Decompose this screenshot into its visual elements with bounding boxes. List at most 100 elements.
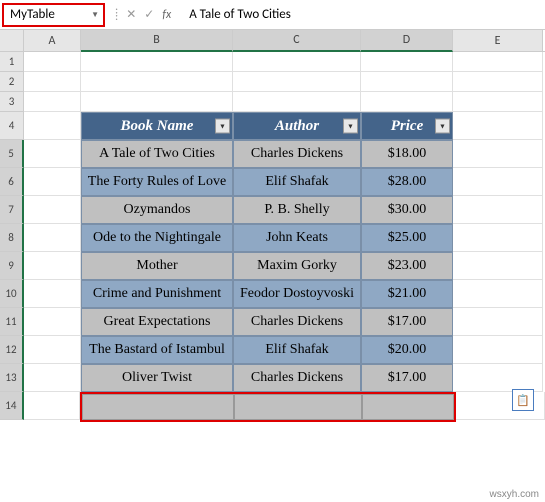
row-header[interactable]: 7 <box>0 196 24 224</box>
table-cell-price[interactable]: $20.00 <box>361 336 453 364</box>
fx-icon[interactable]: fx <box>162 8 171 22</box>
cell[interactable] <box>24 52 81 72</box>
table-cell-book[interactable]: Ode to the Nightingale <box>81 224 233 252</box>
table-cell-author[interactable]: Charles Dickens <box>233 308 361 336</box>
table-cell-author[interactable]: Maxim Gorky <box>233 252 361 280</box>
row-header[interactable]: 12 <box>0 336 24 364</box>
table-cell-book[interactable]: Great Expectations <box>81 308 233 336</box>
row-header[interactable]: 13 <box>0 364 24 392</box>
row-header[interactable]: 9 <box>0 252 24 280</box>
select-all-corner[interactable] <box>0 30 24 51</box>
table-cell-author[interactable]: John Keats <box>233 224 361 252</box>
cell[interactable] <box>233 52 361 72</box>
name-box[interactable]: MyTable ▼ <box>2 3 105 27</box>
table-cell-book[interactable]: A Tale of Two Cities <box>81 140 233 168</box>
row-header[interactable]: 10 <box>0 280 24 308</box>
cell[interactable] <box>24 196 81 224</box>
row-header[interactable]: 2 <box>0 72 24 92</box>
row-header[interactable]: 1 <box>0 52 24 72</box>
cell[interactable] <box>453 224 543 252</box>
cell[interactable] <box>81 92 233 112</box>
table-cell-price[interactable]: $18.00 <box>361 140 453 168</box>
table-header-author[interactable]: Author ▼ <box>233 112 361 140</box>
col-header-B[interactable]: B <box>81 30 233 52</box>
cell[interactable] <box>453 112 543 140</box>
row-header[interactable]: 5 <box>0 140 24 168</box>
table-cell-author[interactable]: P. B. Shelly <box>233 196 361 224</box>
row-header[interactable]: 3 <box>0 92 24 112</box>
cell[interactable] <box>453 52 543 72</box>
cell[interactable] <box>24 252 81 280</box>
table-cell-price[interactable]: $17.00 <box>361 308 453 336</box>
table-cell-book[interactable]: Oliver Twist <box>81 364 233 392</box>
table-cell-price[interactable]: $17.00 <box>361 364 453 392</box>
row-header[interactable]: 11 <box>0 308 24 336</box>
row-header[interactable]: 6 <box>0 168 24 196</box>
table-cell-author[interactable]: Elif Shafak <box>233 336 361 364</box>
table-cell-price[interactable]: $25.00 <box>361 224 453 252</box>
cell[interactable] <box>361 92 453 112</box>
cell[interactable] <box>24 364 81 392</box>
table-cell-price[interactable]: $30.00 <box>361 196 453 224</box>
cell[interactable] <box>453 72 543 92</box>
chevron-down-icon[interactable]: ▼ <box>91 10 99 20</box>
cell[interactable] <box>453 252 543 280</box>
row-header[interactable]: 4 <box>0 112 24 140</box>
cell[interactable] <box>453 336 543 364</box>
cell[interactable] <box>24 308 81 336</box>
cell[interactable] <box>24 92 81 112</box>
cell[interactable] <box>453 168 543 196</box>
cell[interactable] <box>81 72 233 92</box>
table-cell-price[interactable]: $21.00 <box>361 280 453 308</box>
cell[interactable] <box>24 112 81 140</box>
smart-tag-icon[interactable]: 📋 <box>512 389 534 411</box>
cell[interactable] <box>24 392 80 420</box>
cell[interactable] <box>233 72 361 92</box>
col-header-D[interactable]: D <box>361 30 453 52</box>
col-header-C[interactable]: C <box>233 30 361 52</box>
cell[interactable] <box>453 364 543 392</box>
cancel-icon[interactable]: ✕ <box>126 7 136 22</box>
table-cell-price[interactable]: $23.00 <box>361 252 453 280</box>
cell[interactable] <box>453 196 543 224</box>
table-cell-author[interactable]: Feodor Dostoyvoski <box>233 280 361 308</box>
cell[interactable] <box>453 308 543 336</box>
row-header[interactable]: 8 <box>0 224 24 252</box>
filter-button[interactable]: ▼ <box>343 119 358 134</box>
table-cell-author[interactable]: Charles Dickens <box>233 364 361 392</box>
table-cell-book[interactable]: Crime and Punishment <box>81 280 233 308</box>
cell[interactable] <box>82 394 234 420</box>
cell[interactable] <box>234 394 362 420</box>
table-header-book[interactable]: Book Name ▼ <box>81 112 233 140</box>
cell[interactable] <box>24 72 81 92</box>
table-cell-author[interactable]: Charles Dickens <box>233 140 361 168</box>
filter-button[interactable]: ▼ <box>435 119 450 134</box>
col-header-A[interactable]: A <box>24 30 81 51</box>
table-header-price[interactable]: Price ▼ <box>361 112 453 140</box>
table-cell-book[interactable]: The Bastard of Istambul <box>81 336 233 364</box>
cell[interactable] <box>24 168 81 196</box>
cell[interactable] <box>24 224 81 252</box>
row-header[interactable]: 14 <box>0 392 24 420</box>
cell[interactable] <box>233 92 361 112</box>
cell[interactable] <box>24 140 81 168</box>
cell[interactable] <box>362 394 454 420</box>
accept-icon[interactable]: ✓ <box>144 7 154 22</box>
cell[interactable] <box>453 92 543 112</box>
cell[interactable] <box>453 280 543 308</box>
col-header-E[interactable]: E <box>453 30 543 51</box>
cell[interactable] <box>361 52 453 72</box>
cell[interactable] <box>81 52 233 72</box>
cell[interactable] <box>24 280 81 308</box>
cell[interactable]: 📋 <box>456 392 545 420</box>
table-cell-book[interactable]: The Forty Rules of Love <box>81 168 233 196</box>
formula-input[interactable]: A Tale of Two Cities <box>181 7 291 22</box>
table-cell-author[interactable]: Elif Shafak <box>233 168 361 196</box>
filter-button[interactable]: ▼ <box>215 119 230 134</box>
cell[interactable] <box>453 140 543 168</box>
table-cell-book[interactable]: Ozymandos <box>81 196 233 224</box>
cell[interactable] <box>24 336 81 364</box>
cell[interactable] <box>361 72 453 92</box>
formula-dropdown-icon[interactable]: ⁞ <box>115 8 118 22</box>
table-cell-price[interactable]: $28.00 <box>361 168 453 196</box>
